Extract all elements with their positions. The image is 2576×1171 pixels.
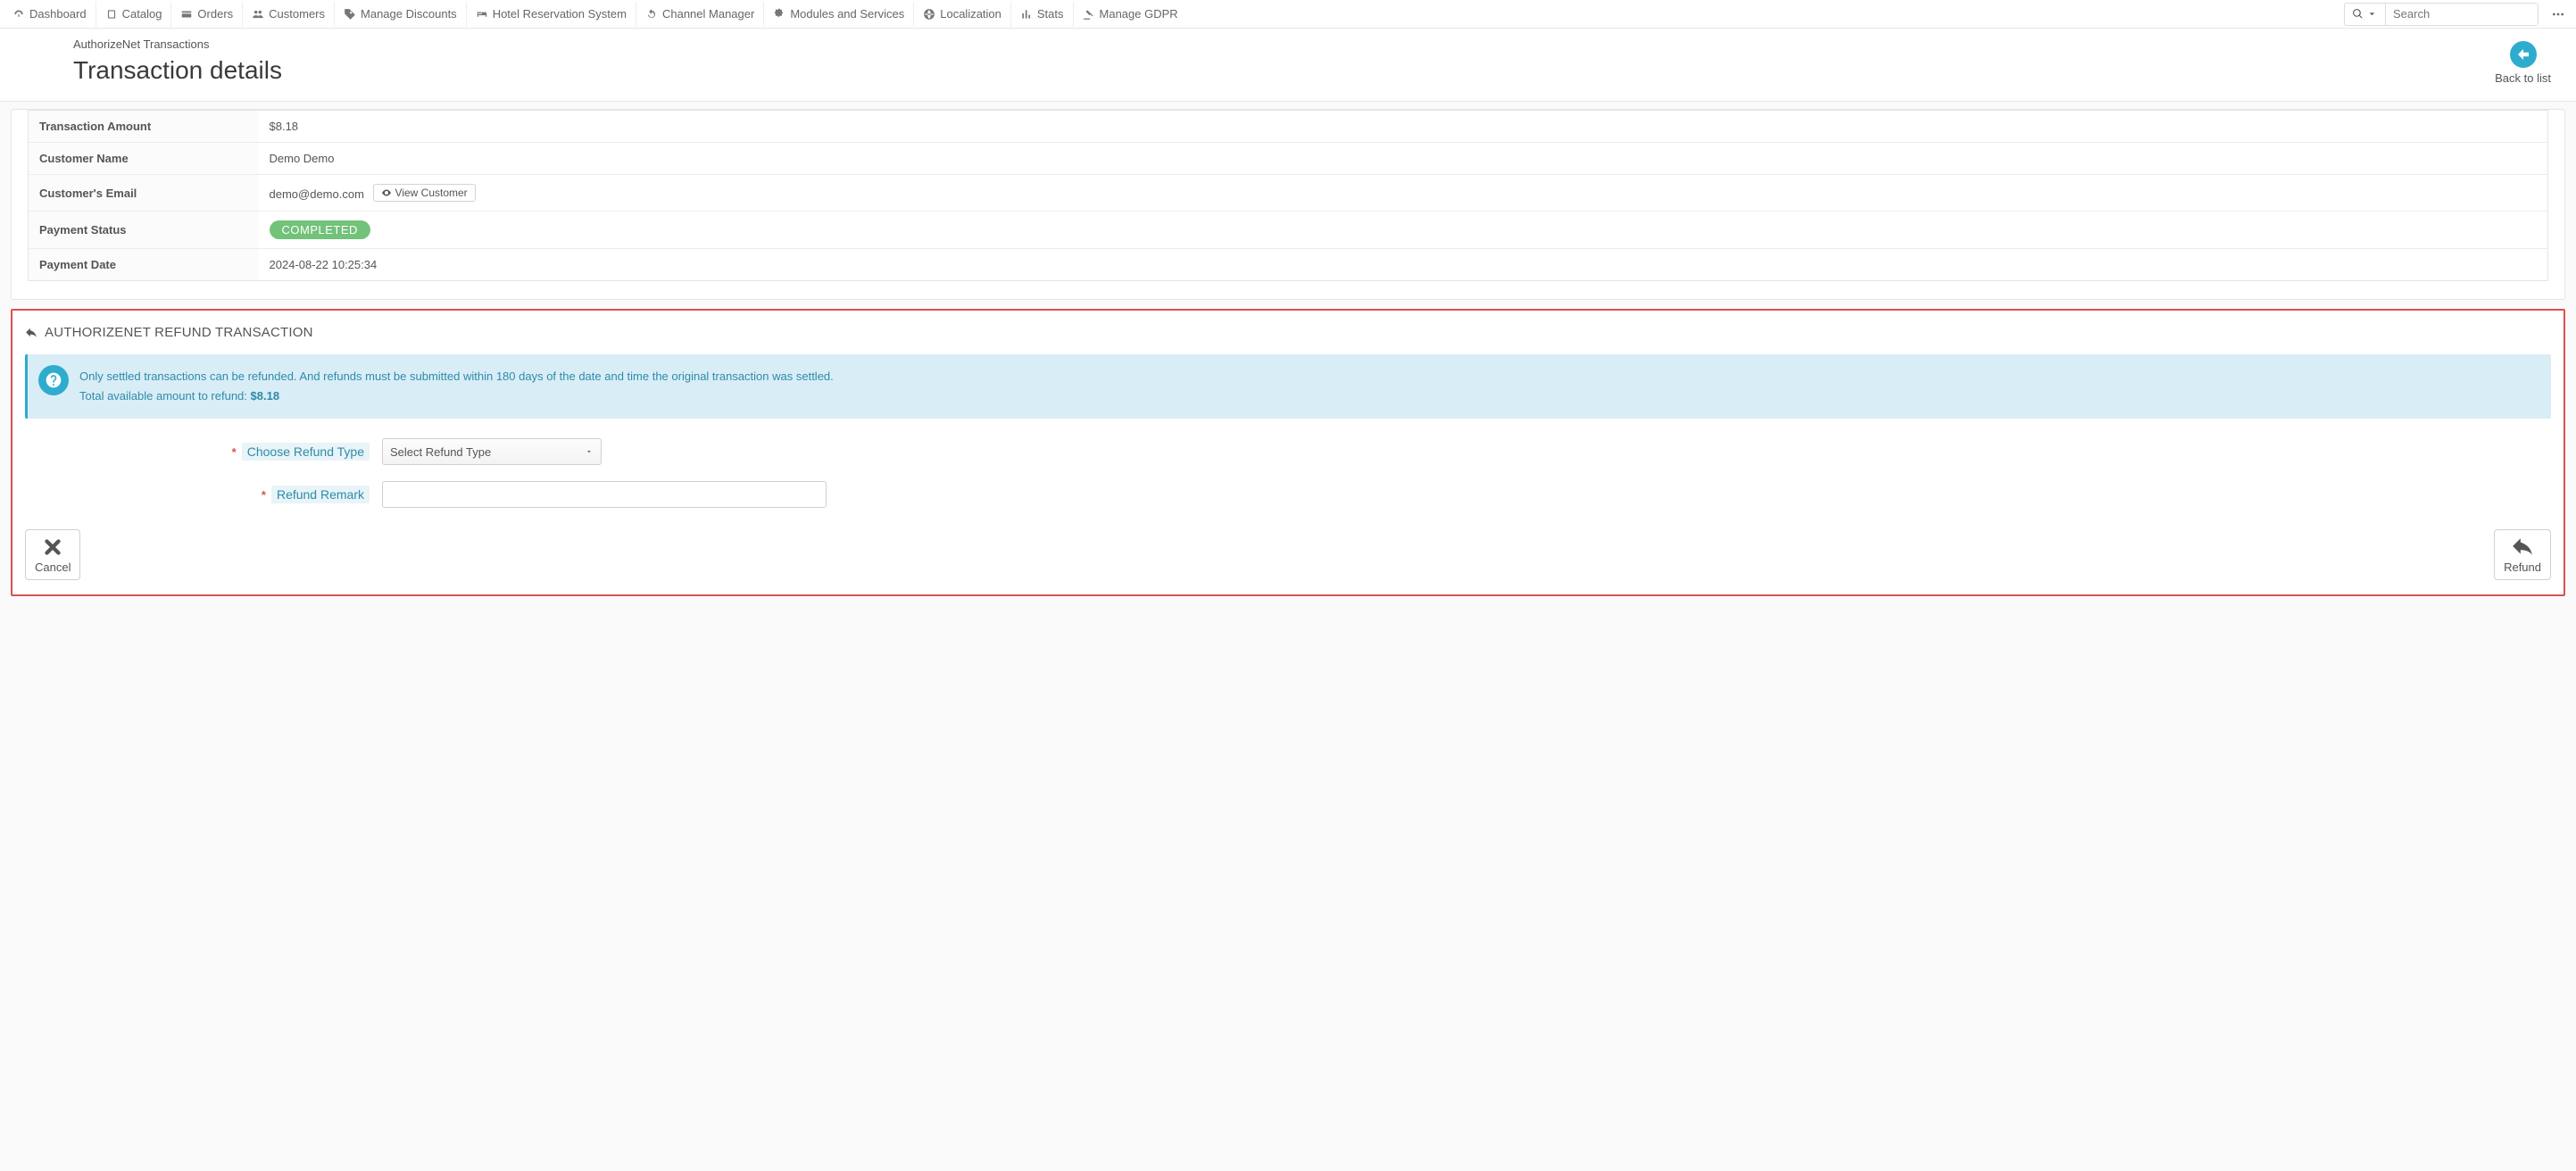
nav-hotel[interactable]: Hotel Reservation System (467, 2, 636, 27)
refresh-icon (645, 8, 658, 21)
detail-value: $8.18 (259, 111, 2548, 143)
question-circle-icon (38, 365, 69, 395)
page-header: AuthorizeNet Transactions Transaction de… (0, 29, 2576, 102)
dashboard-icon (12, 8, 25, 21)
refund-heading-text: AUTHORIZENET REFUND TRANSACTION (45, 325, 313, 340)
more-horizontal-icon (2551, 7, 2565, 21)
gavel-icon (1083, 8, 1095, 21)
puzzle-icon (773, 8, 785, 21)
nav-channel[interactable]: Channel Manager (636, 2, 764, 27)
status-badge: COMPLETED (270, 220, 370, 239)
transaction-details-panel: Transaction Amount $8.18 Customer Name D… (11, 109, 2565, 300)
more-button[interactable] (2544, 7, 2572, 21)
info-line-1: Only settled transactions can be refunde… (79, 367, 2539, 386)
table-row: Transaction Amount $8.18 (29, 111, 2548, 143)
nav-label: Dashboard (29, 7, 87, 21)
nav-dashboard[interactable]: Dashboard (4, 2, 96, 27)
refund-button-label: Refund (2504, 561, 2541, 574)
nav-label: Hotel Reservation System (493, 7, 627, 21)
view-customer-button[interactable]: View Customer (373, 184, 476, 202)
table-row: Customer Name Demo Demo (29, 143, 2548, 175)
nav-label: Orders (197, 7, 233, 21)
caret-down-icon (2366, 8, 2378, 20)
credit-card-icon (180, 8, 193, 21)
bed-icon (476, 8, 488, 21)
breadcrumb: AuthorizeNet Transactions (73, 37, 2495, 51)
search-input[interactable] (2386, 4, 2538, 25)
refund-panel: AUTHORIZENET REFUND TRANSACTION Only set… (11, 309, 2565, 596)
refund-type-select[interactable]: Select Refund Type (382, 438, 602, 465)
detail-label: Customer's Email (29, 175, 259, 212)
nav-orders[interactable]: Orders (171, 2, 243, 27)
eye-icon (381, 187, 392, 198)
search-dropdown-button[interactable] (2345, 4, 2386, 25)
nav-label: Catalog (122, 7, 162, 21)
back-to-list-label: Back to list (2495, 71, 2551, 85)
table-row: Payment Date 2024-08-22 10:25:34 (29, 249, 2548, 281)
refund-info-box: Only settled transactions can be refunde… (25, 354, 2551, 419)
refund-type-label: Choose Refund Type (242, 443, 370, 461)
search-box (2344, 3, 2539, 26)
cancel-button[interactable]: Cancel (25, 529, 80, 580)
refund-type-selected: Select Refund Type (390, 445, 491, 459)
view-customer-label: View Customer (395, 187, 468, 199)
users-icon (252, 8, 264, 21)
reply-icon (2511, 536, 2534, 559)
nav-label: Manage Discounts (361, 7, 457, 21)
nav-label: Customers (269, 7, 325, 21)
detail-label: Transaction Amount (29, 111, 259, 143)
transaction-details-table: Transaction Amount $8.18 Customer Name D… (28, 110, 2548, 281)
nav-label: Manage GDPR (1100, 7, 1178, 21)
customer-email: demo@demo.com (270, 187, 364, 201)
required-star: * (232, 445, 237, 459)
refund-button[interactable]: Refund (2494, 529, 2551, 580)
back-to-list-button[interactable]: Back to list (2495, 41, 2558, 85)
detail-label: Customer Name (29, 143, 259, 175)
bar-chart-icon (1020, 8, 1033, 21)
nav-gdpr[interactable]: Manage GDPR (1074, 2, 1187, 27)
search-icon (2352, 8, 2364, 20)
table-row: Customer's Email demo@demo.com View Cust… (29, 175, 2548, 212)
refund-remark-input[interactable] (382, 481, 827, 508)
chevron-down-icon (585, 447, 594, 456)
nav-customers[interactable]: Customers (243, 2, 335, 27)
refund-remark-label: Refund Remark (271, 486, 370, 503)
arrow-left-circle-icon (2515, 46, 2531, 62)
nav-stats[interactable]: Stats (1011, 2, 1074, 27)
nav-localization[interactable]: Localization (914, 2, 1011, 27)
nav-modules[interactable]: Modules and Services (764, 2, 914, 27)
refund-panel-heading: AUTHORIZENET REFUND TRANSACTION (25, 325, 2551, 340)
nav-label: Channel Manager (662, 7, 754, 21)
form-row-refund-remark: * Refund Remark (25, 481, 2551, 508)
nav-label: Localization (940, 7, 1001, 21)
detail-value: Demo Demo (259, 143, 2548, 175)
nav-label: Stats (1037, 7, 1064, 21)
refund-available-amount: $8.18 (251, 389, 280, 403)
detail-value: demo@demo.com View Customer (259, 175, 2548, 212)
close-icon (41, 536, 64, 559)
detail-label: Payment Date (29, 249, 259, 281)
book-icon (105, 8, 118, 21)
nav-label: Modules and Services (790, 7, 904, 21)
cancel-button-label: Cancel (35, 561, 71, 574)
detail-value: 2024-08-22 10:25:34 (259, 249, 2548, 281)
nav-catalog[interactable]: Catalog (96, 2, 172, 27)
nav-discounts[interactable]: Manage Discounts (335, 2, 467, 27)
page-title: Transaction details (73, 56, 2495, 85)
globe-icon (923, 8, 935, 21)
reply-icon (25, 327, 37, 339)
tag-icon (344, 8, 356, 21)
info-line-2: Total available amount to refund: $8.18 (79, 386, 2539, 406)
form-row-refund-type: * Choose Refund Type Select Refund Type (25, 438, 2551, 465)
required-star: * (262, 488, 266, 502)
top-navbar: Dashboard Catalog Orders Customers Manag… (0, 0, 2576, 29)
detail-value: COMPLETED (259, 212, 2548, 249)
table-row: Payment Status COMPLETED (29, 212, 2548, 249)
detail-label: Payment Status (29, 212, 259, 249)
